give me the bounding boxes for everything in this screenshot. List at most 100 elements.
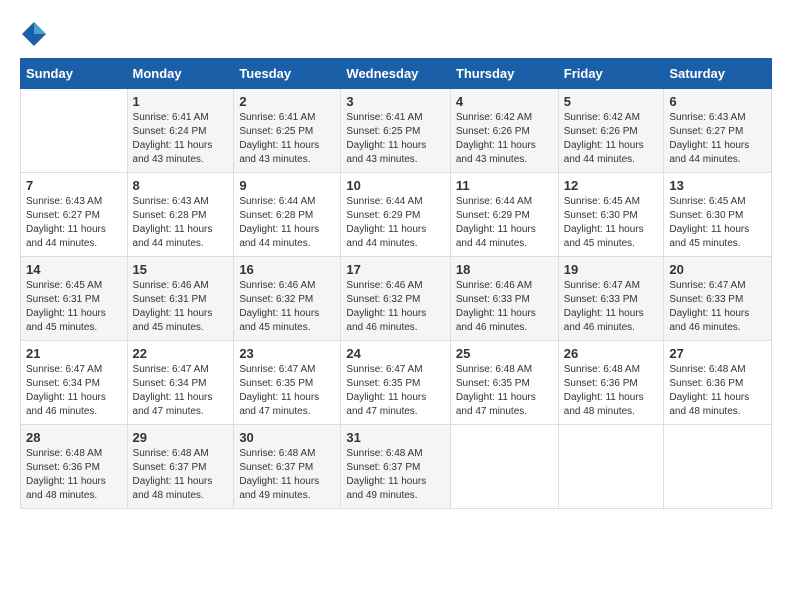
day-number: 27 <box>669 346 766 361</box>
logo <box>20 20 52 48</box>
day-number: 8 <box>133 178 229 193</box>
calendar-table: SundayMondayTuesdayWednesdayThursdayFrid… <box>20 58 772 509</box>
day-info: Sunrise: 6:43 AMSunset: 6:28 PMDaylight:… <box>133 195 229 251</box>
calendar-cell: 21Sunrise: 6:47 AMSunset: 6:34 PMDayligh… <box>21 341 128 425</box>
day-number: 31 <box>346 430 444 445</box>
day-number: 25 <box>456 346 553 361</box>
calendar-cell <box>664 425 772 509</box>
day-number: 14 <box>26 262 122 277</box>
calendar-cell: 15 Sunrise: 6:46 AMSunset: 6:31 PMDayligh… <box>127 257 234 341</box>
page-header <box>20 20 772 48</box>
calendar-cell: 24 Sunrise: 6:47 AMSunset: 6:35 PMDayligh… <box>341 341 450 425</box>
day-info: Sunrise: 6:41 AMSunset: 6:25 PMDaylight:… <box>239 111 335 167</box>
calendar-cell: 25 Sunrise: 6:48 AMSunset: 6:35 PMDayligh… <box>450 341 558 425</box>
calendar-cell: 5 Sunrise: 6:42 AMSunset: 6:26 PMDaylight… <box>558 89 664 173</box>
day-info: Sunrise: 6:46 AMSunset: 6:32 PMDaylight:… <box>239 279 335 335</box>
day-number: 9 <box>239 178 335 193</box>
day-info: Sunrise: 6:45 AMSunset: 6:31 PMDaylight:… <box>26 279 122 335</box>
day-info: Sunrise: 6:48 AMSunset: 6:37 PMDaylight:… <box>346 447 444 503</box>
day-number: 18 <box>456 262 553 277</box>
day-number: 19 <box>564 262 659 277</box>
day-number: 15 <box>133 262 229 277</box>
day-number: 30 <box>239 430 335 445</box>
day-info: Sunrise: 6:42 AMSunset: 6:26 PMDaylight:… <box>564 111 659 167</box>
weekday-header: Sunday <box>21 59 128 89</box>
day-info: Sunrise: 6:47 AMSunset: 6:35 PMDaylight:… <box>346 363 444 419</box>
weekday-header: Monday <box>127 59 234 89</box>
calendar-cell: 20Sunrise: 6:47 AMSunset: 6:33 PMDayligh… <box>664 257 772 341</box>
day-number: 12 <box>564 178 659 193</box>
day-info: Sunrise: 6:43 AMSunset: 6:27 PMDaylight:… <box>669 111 766 167</box>
calendar-week-row: 14 Sunrise: 6:45 AMSunset: 6:31 PMDayligh… <box>21 257 772 341</box>
day-number: 17 <box>346 262 444 277</box>
calendar-cell: 14 Sunrise: 6:45 AMSunset: 6:31 PMDayligh… <box>21 257 128 341</box>
day-info: Sunrise: 6:48 AMSunset: 6:37 PMDaylight:… <box>239 447 335 503</box>
calendar-cell: 28Sunrise: 6:48 AMSunset: 6:36 PMDayligh… <box>21 425 128 509</box>
day-number: 2 <box>239 94 335 109</box>
day-info: Sunrise: 6:45 AMSunset: 6:30 PMDaylight:… <box>669 195 766 251</box>
day-info: Sunrise: 6:48 AMSunset: 6:37 PMDaylight:… <box>133 447 229 503</box>
day-number: 24 <box>346 346 444 361</box>
day-info: Sunrise: 6:44 AMSunset: 6:29 PMDaylight:… <box>456 195 553 251</box>
calendar-cell: 12 Sunrise: 6:45 AMSunset: 6:30 PMDayligh… <box>558 173 664 257</box>
weekday-header: Friday <box>558 59 664 89</box>
day-info: Sunrise: 6:42 AMSunset: 6:26 PMDaylight:… <box>456 111 553 167</box>
calendar-week-row: 7 Sunrise: 6:43 AMSunset: 6:27 PMDaylight… <box>21 173 772 257</box>
calendar-cell: 30 Sunrise: 6:48 AMSunset: 6:37 PMDayligh… <box>234 425 341 509</box>
calendar-cell: 2 Sunrise: 6:41 AMSunset: 6:25 PMDaylight… <box>234 89 341 173</box>
weekday-header: Saturday <box>664 59 772 89</box>
calendar-cell: 26 Sunrise: 6:48 AMSunset: 6:36 PMDayligh… <box>558 341 664 425</box>
calendar-cell: 27Sunrise: 6:48 AMSunset: 6:36 PMDayligh… <box>664 341 772 425</box>
calendar-cell: 8 Sunrise: 6:43 AMSunset: 6:28 PMDaylight… <box>127 173 234 257</box>
weekday-header-row: SundayMondayTuesdayWednesdayThursdayFrid… <box>21 59 772 89</box>
calendar-cell: 10Sunrise: 6:44 AMSunset: 6:29 PMDayligh… <box>341 173 450 257</box>
calendar-cell: 31 Sunrise: 6:48 AMSunset: 6:37 PMDayligh… <box>341 425 450 509</box>
day-info: Sunrise: 6:45 AMSunset: 6:30 PMDaylight:… <box>564 195 659 251</box>
calendar-cell: 19 Sunrise: 6:47 AMSunset: 6:33 PMDayligh… <box>558 257 664 341</box>
day-info: Sunrise: 6:47 AMSunset: 6:34 PMDaylight:… <box>26 363 122 419</box>
day-number: 3 <box>346 94 444 109</box>
calendar-cell: 9 Sunrise: 6:44 AMSunset: 6:28 PMDaylight… <box>234 173 341 257</box>
calendar-cell: 17Sunrise: 6:46 AMSunset: 6:32 PMDayligh… <box>341 257 450 341</box>
calendar-week-row: 1 Sunrise: 6:41 AMSunset: 6:24 PMDaylight… <box>21 89 772 173</box>
calendar-cell: 11 Sunrise: 6:44 AMSunset: 6:29 PMDayligh… <box>450 173 558 257</box>
calendar-cell: 29 Sunrise: 6:48 AMSunset: 6:37 PMDayligh… <box>127 425 234 509</box>
day-info: Sunrise: 6:48 AMSunset: 6:36 PMDaylight:… <box>564 363 659 419</box>
day-number: 22 <box>133 346 229 361</box>
day-info: Sunrise: 6:48 AMSunset: 6:36 PMDaylight:… <box>26 447 122 503</box>
calendar-week-row: 21Sunrise: 6:47 AMSunset: 6:34 PMDayligh… <box>21 341 772 425</box>
calendar-cell <box>558 425 664 509</box>
day-info: Sunrise: 6:47 AMSunset: 6:33 PMDaylight:… <box>564 279 659 335</box>
calendar-body: 1 Sunrise: 6:41 AMSunset: 6:24 PMDaylight… <box>21 89 772 509</box>
day-info: Sunrise: 6:46 AMSunset: 6:31 PMDaylight:… <box>133 279 229 335</box>
day-number: 11 <box>456 178 553 193</box>
weekday-header: Thursday <box>450 59 558 89</box>
calendar-cell: 7 Sunrise: 6:43 AMSunset: 6:27 PMDaylight… <box>21 173 128 257</box>
calendar-header: SundayMondayTuesdayWednesdayThursdayFrid… <box>21 59 772 89</box>
weekday-header: Wednesday <box>341 59 450 89</box>
calendar-week-row: 28Sunrise: 6:48 AMSunset: 6:36 PMDayligh… <box>21 425 772 509</box>
day-number: 13 <box>669 178 766 193</box>
day-info: Sunrise: 6:48 AMSunset: 6:35 PMDaylight:… <box>456 363 553 419</box>
day-number: 6 <box>669 94 766 109</box>
calendar-cell: 23Sunrise: 6:47 AMSunset: 6:35 PMDayligh… <box>234 341 341 425</box>
day-info: Sunrise: 6:47 AMSunset: 6:35 PMDaylight:… <box>239 363 335 419</box>
day-info: Sunrise: 6:47 AMSunset: 6:33 PMDaylight:… <box>669 279 766 335</box>
logo-icon <box>20 20 48 48</box>
day-info: Sunrise: 6:43 AMSunset: 6:27 PMDaylight:… <box>26 195 122 251</box>
day-number: 5 <box>564 94 659 109</box>
day-number: 10 <box>346 178 444 193</box>
day-number: 1 <box>133 94 229 109</box>
calendar-cell <box>450 425 558 509</box>
weekday-header: Tuesday <box>234 59 341 89</box>
day-info: Sunrise: 6:46 AMSunset: 6:33 PMDaylight:… <box>456 279 553 335</box>
calendar-cell: 1 Sunrise: 6:41 AMSunset: 6:24 PMDaylight… <box>127 89 234 173</box>
day-number: 4 <box>456 94 553 109</box>
calendar-cell: 4 Sunrise: 6:42 AMSunset: 6:26 PMDaylight… <box>450 89 558 173</box>
calendar-cell: 3Sunrise: 6:41 AMSunset: 6:25 PMDaylight… <box>341 89 450 173</box>
day-info: Sunrise: 6:44 AMSunset: 6:28 PMDaylight:… <box>239 195 335 251</box>
day-number: 26 <box>564 346 659 361</box>
day-info: Sunrise: 6:41 AMSunset: 6:24 PMDaylight:… <box>133 111 229 167</box>
day-number: 7 <box>26 178 122 193</box>
day-number: 29 <box>133 430 229 445</box>
